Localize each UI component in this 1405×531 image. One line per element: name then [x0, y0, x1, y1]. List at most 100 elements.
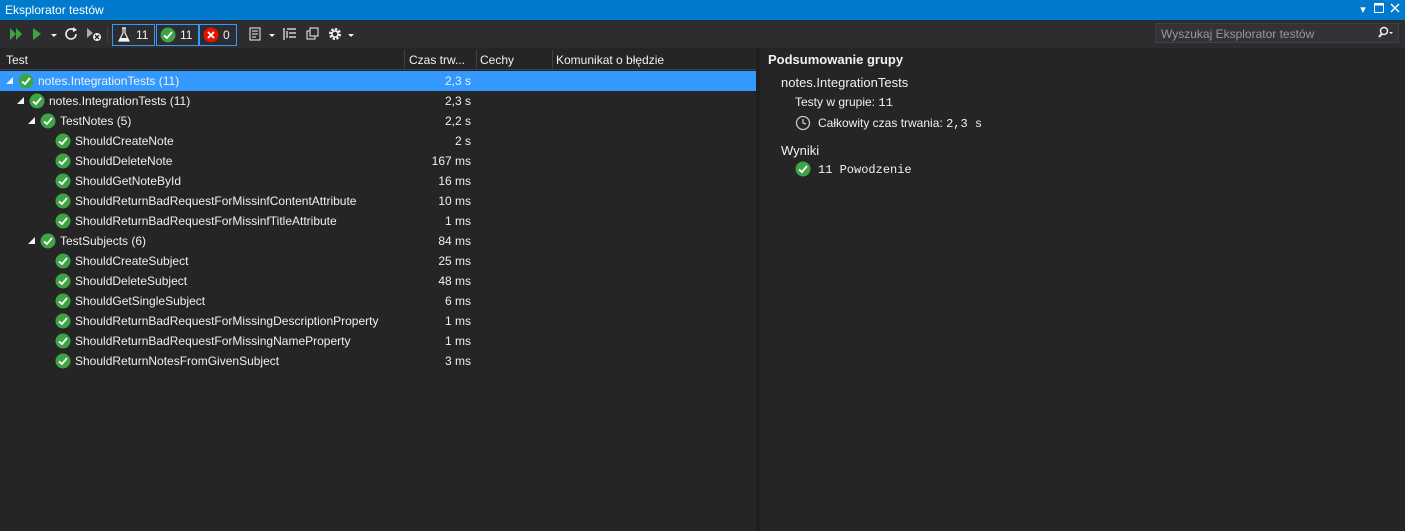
column-traits[interactable]: Cechy	[480, 53, 550, 67]
passed-icon	[55, 333, 71, 349]
passed-icon	[55, 353, 71, 369]
filter-failed-button[interactable]: 0	[199, 24, 237, 46]
test-name: ShouldCreateSubject	[75, 254, 189, 268]
settings-gear-icon[interactable]	[327, 25, 343, 43]
test-duration: 10 ms	[438, 194, 471, 208]
test-row[interactable]: ShouldGetNoteById 16 ms	[0, 171, 756, 191]
column-separator	[476, 50, 477, 70]
test-row[interactable]: ShouldReturnBadRequestForMissingNameProp…	[0, 331, 756, 351]
failed-icon	[203, 27, 219, 46]
passed-result-label: Powodzenie	[839, 163, 912, 177]
filter-passed-button[interactable]: 11	[156, 24, 199, 46]
test-name: ShouldReturnBadRequestForMissinfContentA…	[75, 194, 357, 208]
summary-panel: Podsumowanie grupy notes.IntegrationTest…	[760, 48, 1405, 531]
expand-arrow-icon[interactable]	[17, 97, 24, 104]
total-duration-label: Całkowity czas trwania:	[818, 116, 943, 130]
search-icon[interactable]	[1377, 25, 1395, 41]
test-duration: 2,2 s	[444, 114, 471, 128]
passed-icon	[795, 161, 811, 180]
test-duration: 16 ms	[438, 174, 471, 188]
passed-icon	[18, 73, 34, 89]
expand-arrow-icon[interactable]	[28, 237, 35, 244]
tests-in-group-value: 11	[878, 96, 893, 110]
passed-icon	[55, 253, 71, 269]
summary-group-name: notes.IntegrationTests	[781, 75, 909, 90]
playlist-dropdown-icon[interactable]	[268, 28, 276, 46]
test-name: TestNotes (5)	[60, 114, 132, 128]
test-list-panel: Test Czas trw... Cechy Komunikat o błędz…	[0, 50, 756, 531]
passed-icon	[55, 213, 71, 229]
test-duration: 48 ms	[438, 274, 471, 288]
test-name: ShouldGetSingleSubject	[75, 294, 206, 308]
toolbar-separator	[107, 26, 108, 42]
test-row[interactable]: ShouldGetSingleSubject 6 ms	[0, 291, 756, 311]
tree-group-row[interactable]: TestSubjects (6) 84 ms	[0, 231, 756, 251]
search-placeholder: Wyszukaj Eksplorator testów	[1161, 27, 1315, 41]
passed-icon	[55, 293, 71, 309]
test-row[interactable]: ShouldDeleteSubject 48 ms	[0, 271, 756, 291]
test-row[interactable]: ShouldReturnBadRequestForMissinfTitleAtt…	[0, 211, 756, 231]
flask-icon	[117, 27, 131, 46]
cancel-run-icon[interactable]	[86, 25, 102, 43]
tree-group-row[interactable]: TestNotes (5) 2,2 s	[0, 111, 756, 131]
run-icon[interactable]	[31, 25, 43, 43]
test-duration: 84 ms	[438, 234, 471, 248]
test-name: ShouldDeleteNote	[75, 154, 173, 168]
clock-icon	[795, 115, 811, 134]
test-duration: 1 ms	[444, 314, 471, 328]
column-separator	[404, 50, 405, 70]
test-name: ShouldReturnBadRequestForMissingDescript…	[75, 314, 379, 328]
test-name: TestSubjects (6)	[60, 234, 147, 248]
maximize-icon[interactable]	[1372, 2, 1386, 18]
total-duration-value: 2,3 s	[946, 117, 983, 131]
tests-in-group: Testy w grupie: 11	[795, 95, 893, 110]
results-heading: Wyniki	[781, 143, 820, 158]
expand-arrow-icon[interactable]	[28, 117, 35, 124]
close-icon[interactable]	[1388, 2, 1402, 18]
passed-icon	[40, 233, 56, 249]
refresh-icon[interactable]	[64, 25, 80, 43]
dropdown-arrow-icon[interactable]: ▾	[1356, 2, 1370, 18]
test-name: ShouldReturnBadRequestForMissingNameProp…	[75, 334, 351, 348]
test-row[interactable]: ShouldReturnNotesFromGivenSubject 3 ms	[0, 351, 756, 371]
test-name: ShouldCreateNote	[75, 134, 174, 148]
group-by-icon[interactable]	[282, 25, 298, 43]
filter-all-button[interactable]: 11	[112, 24, 155, 46]
test-duration: 25 ms	[438, 254, 471, 268]
copy-icon[interactable]	[305, 25, 321, 43]
test-duration: 1 ms	[444, 214, 471, 228]
passed-icon	[55, 173, 71, 189]
test-row[interactable]: ShouldReturnBadRequestForMissinfContentA…	[0, 191, 756, 211]
test-row[interactable]: ShouldCreateNote 2 s	[0, 131, 756, 151]
test-name: ShouldReturnBadRequestForMissinfTitleAtt…	[75, 214, 337, 228]
expand-arrow-icon[interactable]	[6, 77, 13, 84]
run-dropdown-icon[interactable]	[50, 28, 58, 46]
test-row[interactable]: ShouldReturnBadRequestForMissingDescript…	[0, 311, 756, 331]
playlist-icon[interactable]	[248, 25, 264, 43]
passed-icon	[40, 113, 56, 129]
test-duration: 2,3 s	[444, 74, 471, 88]
column-separator	[552, 50, 553, 70]
column-duration[interactable]: Czas trw...	[409, 53, 473, 67]
column-test[interactable]: Test	[6, 53, 401, 67]
passed-icon	[160, 27, 176, 46]
test-row[interactable]: ShouldDeleteNote 167 ms	[0, 151, 756, 171]
test-name: ShouldReturnNotesFromGivenSubject	[75, 354, 280, 368]
search-input[interactable]: Wyszukaj Eksplorator testów	[1155, 23, 1399, 43]
passed-icon	[55, 193, 71, 209]
tree-group-row[interactable]: notes.IntegrationTests (11) 2,3 s	[0, 91, 756, 111]
settings-dropdown-icon[interactable]	[347, 28, 355, 46]
tests-in-group-label: Testy w grupie:	[795, 95, 876, 109]
test-duration: 2 s	[454, 134, 471, 148]
test-duration: 6 ms	[444, 294, 471, 308]
test-name: notes.IntegrationTests (11)	[38, 74, 180, 88]
column-error[interactable]: Komunikat o błędzie	[556, 53, 751, 67]
run-all-icon[interactable]	[8, 25, 24, 43]
test-row[interactable]: ShouldCreateSubject 25 ms	[0, 251, 756, 271]
failed-count: 0	[223, 28, 230, 42]
test-duration: 167 ms	[431, 154, 471, 168]
tree-group-row[interactable]: notes.IntegrationTests (11) 2,3 s	[0, 71, 756, 91]
passed-icon	[55, 133, 71, 149]
test-name: notes.IntegrationTests (11)	[49, 94, 191, 108]
title-bar: Eksplorator testów ▾	[0, 0, 1405, 20]
